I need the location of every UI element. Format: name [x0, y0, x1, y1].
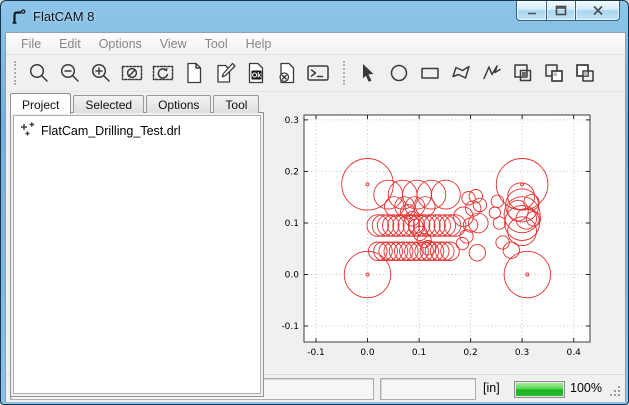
- replot-icon: [151, 61, 175, 85]
- draw-polyline-button[interactable]: [476, 59, 507, 88]
- tab-project[interactable]: Project: [10, 93, 71, 114]
- edit-file-button[interactable]: [209, 59, 240, 88]
- titlebar[interactable]: FlatCAM 8: [1, 1, 628, 32]
- minimize-button[interactable]: [516, 1, 546, 21]
- plot-canvas[interactable]: -0.1 0.0 0.1 0.2 0.3 0.4 -0.1 0.0 0.1 0.2 0.3: [268, 93, 623, 374]
- svg-text:0.1: 0.1: [412, 348, 426, 358]
- zoom-out-button[interactable]: [54, 59, 85, 88]
- geo-union-button[interactable]: [507, 59, 538, 88]
- window-title: FlatCAM 8: [33, 9, 94, 24]
- clear-plot-icon: [120, 61, 144, 85]
- geo-subtract-button[interactable]: [569, 59, 600, 88]
- ok-file-icon: Ok: [244, 61, 268, 85]
- svg-text:0.3: 0.3: [285, 116, 299, 126]
- toolbar: Ok: [6, 55, 625, 92]
- shell-icon: [306, 61, 330, 85]
- tab-selected[interactable]: Selected: [73, 95, 144, 113]
- ok-file-button[interactable]: Ok: [240, 59, 271, 88]
- close-button[interactable]: [576, 1, 620, 21]
- draw-circle-button[interactable]: [383, 59, 414, 88]
- app-window: FlatCAM 8 File Edit Options View Tool He…: [0, 0, 629, 405]
- zoom-fit-button[interactable]: [23, 59, 54, 88]
- svg-text:0.4: 0.4: [567, 348, 582, 358]
- svg-text:-0.1: -0.1: [307, 348, 325, 358]
- caption-buttons: [516, 1, 620, 21]
- tab-tool[interactable]: Tool: [213, 95, 259, 113]
- geo-intersection-button[interactable]: [538, 59, 569, 88]
- client-area: File Edit Options View Tool Help: [5, 32, 626, 402]
- clear-plot-button[interactable]: [116, 59, 147, 88]
- tree-item-label: FlatCam_Drilling_Test.drl: [41, 124, 181, 138]
- select-arrow-icon: [356, 61, 380, 85]
- toolbar-grip[interactable]: [343, 61, 346, 85]
- menubar: File Edit Options View Tool Help: [6, 33, 625, 55]
- zoom-in-icon: [89, 61, 113, 85]
- geo-subtract-icon: [573, 61, 597, 85]
- replot-button[interactable]: [147, 59, 178, 88]
- new-file-button[interactable]: [178, 59, 209, 88]
- progress-percent: 100%: [570, 381, 602, 395]
- project-tree[interactable]: FlatCam_Drilling_Test.drl: [13, 115, 261, 394]
- zoom-fit-icon: [27, 61, 51, 85]
- svg-text:0.1: 0.1: [285, 219, 299, 229]
- tab-options[interactable]: Options: [146, 95, 211, 113]
- menu-tool[interactable]: Tool: [196, 34, 237, 54]
- units-label: [in]: [483, 381, 500, 395]
- draw-polygon-button[interactable]: [445, 59, 476, 88]
- svg-text:0.3: 0.3: [515, 348, 529, 358]
- maximize-button[interactable]: [546, 1, 576, 21]
- svg-text:0.2: 0.2: [463, 348, 477, 358]
- svg-text:0.2: 0.2: [285, 167, 299, 177]
- tree-item-drill-file[interactable]: FlatCam_Drilling_Test.drl: [16, 119, 258, 142]
- edit-file-icon: [213, 61, 237, 85]
- drill-plot[interactable]: -0.1 0.0 0.1 0.2 0.3 0.4 -0.1 0.0 0.1 0.2 0.3: [268, 93, 623, 374]
- svg-text:0.0: 0.0: [285, 271, 300, 281]
- project-panel: FlatCam_Drilling_Test.drl: [10, 112, 264, 397]
- draw-rectangle-button[interactable]: [414, 59, 445, 88]
- toolbar-grip[interactable]: [14, 61, 17, 85]
- menu-options[interactable]: Options: [90, 34, 151, 54]
- svg-text:Ok: Ok: [251, 73, 260, 80]
- flatcam-logo-icon: [10, 8, 27, 25]
- cancel-file-button[interactable]: [271, 59, 302, 88]
- zoom-in-button[interactable]: [85, 59, 116, 88]
- cancel-file-icon: [275, 61, 299, 85]
- progress-bar: [514, 381, 565, 398]
- select-tool-button[interactable]: [352, 59, 383, 88]
- drill-marks-icon: [19, 121, 35, 140]
- resize-grip-icon[interactable]: [609, 385, 622, 403]
- menu-view[interactable]: View: [151, 34, 196, 54]
- status-aux-panel: [380, 378, 476, 400]
- draw-polygon-icon: [449, 61, 473, 85]
- draw-circle-icon: [387, 61, 411, 85]
- panel-tabs: Project Selected Options Tool: [10, 92, 261, 113]
- menu-file[interactable]: File: [12, 34, 50, 54]
- geo-union-icon: [511, 61, 535, 85]
- new-file-icon: [182, 61, 206, 85]
- menu-help[interactable]: Help: [237, 34, 281, 54]
- shell-button[interactable]: [302, 59, 333, 88]
- svg-text:-0.1: -0.1: [281, 322, 299, 332]
- menu-edit[interactable]: Edit: [50, 34, 90, 54]
- zoom-out-icon: [58, 61, 82, 85]
- draw-polyline-icon: [480, 61, 504, 85]
- draw-rectangle-icon: [418, 61, 442, 85]
- svg-text:0.0: 0.0: [360, 348, 375, 358]
- geo-intersection-icon: [542, 61, 566, 85]
